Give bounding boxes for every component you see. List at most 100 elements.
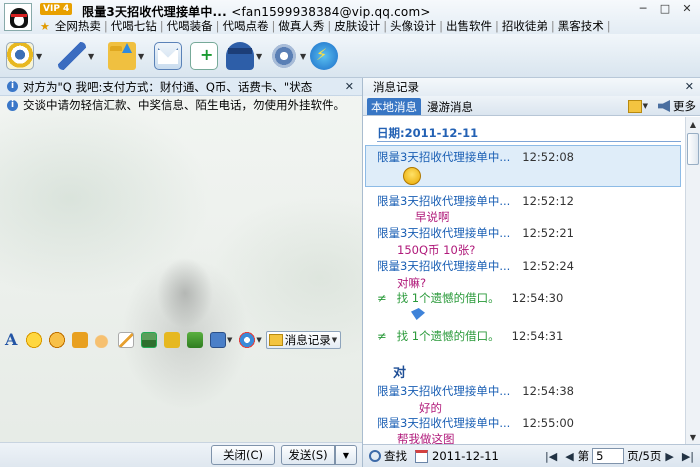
nav-link[interactable]: 招收徒弟 xyxy=(499,18,551,34)
chevron-down-icon[interactable]: ▼ xyxy=(300,52,306,61)
nav-link[interactable]: 代喝七钻 xyxy=(108,18,160,34)
chevron-down-icon[interactable]: ▼ xyxy=(138,52,144,61)
message-text: 对嘛? xyxy=(397,276,427,290)
message-sender: 限量3天招收代理接单中... xyxy=(377,384,511,398)
message-header: 限量3天招收代理接单中... 12:52:21 xyxy=(377,225,574,241)
more-link[interactable]: 更多 xyxy=(673,98,696,114)
message-text: 早说啊 xyxy=(415,210,450,224)
nav-link[interactable]: 皮肤设计 xyxy=(331,18,383,34)
nudge-icon[interactable] xyxy=(95,332,111,348)
qq-penguin-avatar[interactable] xyxy=(4,3,32,31)
create-group-button[interactable] xyxy=(190,40,218,72)
message-input[interactable] xyxy=(0,350,362,442)
nav-link[interactable]: 做真人秀 xyxy=(275,18,327,34)
history-tabs: 本地消息 漫游消息 ▼ 更多 xyxy=(363,96,700,116)
chevron-down-icon[interactable]: ▼ xyxy=(88,52,94,61)
star-icon: ★ xyxy=(40,19,50,33)
chevron-down-icon[interactable]: ▼ xyxy=(36,52,42,61)
nav-link[interactable]: 代喝点卷 xyxy=(220,18,272,34)
close-button[interactable]: 关闭(C) xyxy=(211,445,275,465)
info-icon: i xyxy=(7,99,18,111)
message-time: 12:54:31 xyxy=(511,329,564,343)
message-manager-icon[interactable] xyxy=(627,99,642,113)
message-header: ≠ 找 1个遗憾的借口。 12:54:30 xyxy=(377,290,563,306)
last-page-icon[interactable]: ▶| xyxy=(682,450,694,463)
nav-links: ★ 全网热卖 | 代喝七钻 | 代喝装备 | 代喝点卷 | 做真人秀 | 皮肤设计 | 头像… xyxy=(40,18,611,34)
voice-chat-button[interactable]: ▼ xyxy=(58,40,94,72)
first-page-icon[interactable]: |◀ xyxy=(545,450,557,463)
send-bar: 关闭(C) 发送(S) ▼ xyxy=(0,442,362,467)
page-number-input[interactable]: 5 xyxy=(592,448,625,464)
nav-link[interactable]: 全网热卖 xyxy=(52,18,104,34)
date-divider xyxy=(377,141,681,142)
chat-toolbar: ▼ ▼ ▼ ▼ ▼ xyxy=(0,34,700,78)
maximize-button[interactable]: □ xyxy=(654,0,676,16)
log-date: 日期:2011-12-11 xyxy=(377,126,479,140)
send-image-icon[interactable] xyxy=(141,332,157,348)
message-sender: 限量3天招收代理接单中... xyxy=(377,416,511,430)
message-log-button[interactable]: 消息记录 ▼ xyxy=(265,331,342,349)
penguin-scarf xyxy=(11,14,27,17)
send-button[interactable]: 发送(S) xyxy=(281,445,335,465)
scrollbar-thumb[interactable] xyxy=(687,133,699,165)
message-header: 限量3天招收代理接单中... 12:52:24 xyxy=(377,258,574,274)
scroll-down-icon[interactable]: ▼ xyxy=(686,430,700,444)
message-sender: 找 1个遗憾的借口。 xyxy=(396,329,500,343)
emoticon-face-icon xyxy=(403,167,421,185)
chevron-down-icon[interactable]: ▼ xyxy=(256,336,261,344)
message-sender: 限量3天招收代理接单中... xyxy=(377,150,511,164)
chevron-down-icon[interactable]: ▼ xyxy=(256,52,262,61)
nav-link[interactable]: 头像设计 xyxy=(387,18,439,34)
prev-page-icon[interactable]: ◀ xyxy=(565,450,573,463)
history-title: 消息记录 xyxy=(373,80,419,94)
search-icon[interactable] xyxy=(369,450,381,462)
music-icon[interactable] xyxy=(164,332,180,348)
send-file-button[interactable]: ▼ xyxy=(108,40,144,72)
history-footer: 查找 2011-12-11 |◀ ◀ 第 5 页/5页 ▶ ▶| xyxy=(363,444,700,467)
nav-link[interactable]: 出售软件 xyxy=(443,18,495,34)
calendar-icon[interactable] xyxy=(415,449,428,463)
video-chat-button[interactable]: ▼ xyxy=(6,40,42,72)
chat-pane: i 对方为"Q 我吧:支付方式：财付通、Q币、话费卡、"状态 ✕ i 交谈中请勿… xyxy=(0,78,362,467)
add-document-icon xyxy=(190,42,218,70)
tab-roaming-messages[interactable]: 漫游消息 xyxy=(423,98,477,115)
speaker-icon[interactable] xyxy=(658,100,670,112)
qzone-button[interactable] xyxy=(310,40,338,72)
webcam-icon xyxy=(6,42,34,70)
minimize-button[interactable]: ─ xyxy=(632,0,654,16)
scroll-up-icon[interactable]: ▲ xyxy=(686,117,700,131)
magic-emoticon-icon[interactable] xyxy=(49,332,65,348)
gift-icon[interactable] xyxy=(72,332,88,348)
window-controls: ─ □ ✕ xyxy=(632,0,698,16)
footer-date[interactable]: 2011-12-11 xyxy=(432,449,499,463)
message-text: 帮我做这图 xyxy=(397,432,455,444)
nav-link[interactable]: 黑客技术 xyxy=(555,18,607,34)
handwriting-icon[interactable] xyxy=(118,332,134,348)
send-options-button[interactable]: ▼ xyxy=(335,445,357,465)
next-page-icon[interactable]: ▶ xyxy=(665,450,673,463)
folder-icon xyxy=(108,42,136,70)
security-notice-text: 交谈中请勿轻信汇款、中奖信息、陌生电话，勿使用外挂软件。 xyxy=(23,98,345,112)
find-button[interactable]: 查找 xyxy=(384,448,407,464)
close-icon[interactable]: ✕ xyxy=(345,80,354,93)
settings-button[interactable]: ▼ xyxy=(270,40,306,72)
scene-icon[interactable] xyxy=(187,332,203,348)
send-email-button[interactable] xyxy=(154,40,182,72)
nav-link[interactable]: 代喝装备 xyxy=(164,18,216,34)
chevron-down-icon[interactable]: ▼ xyxy=(643,102,648,110)
window-title-text: 限量3天招收代理接单中... xyxy=(82,5,227,19)
nav-separator: | xyxy=(606,19,611,33)
info-icon: i xyxy=(7,81,18,92)
font-icon[interactable]: A xyxy=(5,332,19,348)
security-notice: i 交谈中请勿轻信汇款、中奖信息、陌生电话，勿使用外挂软件。 xyxy=(0,96,362,114)
history-scrollbar[interactable]: ▲ ▼ xyxy=(685,117,700,444)
chevron-down-icon: ▼ xyxy=(331,336,338,344)
tab-local-messages[interactable]: 本地消息 xyxy=(367,98,421,115)
chevron-down-icon[interactable]: ▼ xyxy=(227,336,232,344)
screenshot-icon[interactable] xyxy=(210,332,226,348)
sogou-icon[interactable] xyxy=(239,332,256,348)
emoticon-icon[interactable] xyxy=(26,332,42,348)
app-button[interactable]: ▼ xyxy=(226,40,262,72)
close-icon[interactable]: ✕ xyxy=(685,80,694,93)
close-window-button[interactable]: ✕ xyxy=(676,0,698,16)
